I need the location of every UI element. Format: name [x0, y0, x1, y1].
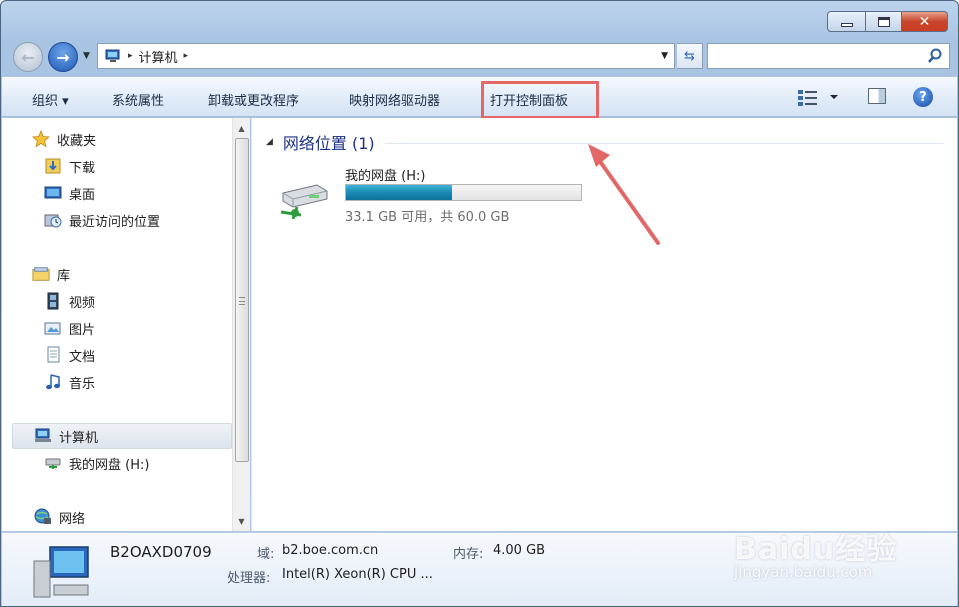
- nav-item-label: 图片: [69, 322, 96, 338]
- breadcrumb-separator[interactable]: ▸: [128, 51, 133, 61]
- nav-computer[interactable]: 计算机: [34, 426, 98, 446]
- nav-pane-scrollbar[interactable]: ▲ ▼: [232, 118, 250, 531]
- computer-icon: [34, 427, 52, 445]
- nav-item-label: 文档: [69, 349, 96, 365]
- refresh-icon: ⇆: [684, 48, 695, 64]
- forward-icon: →: [56, 47, 70, 67]
- nav-computer-label: 计算机: [59, 430, 99, 446]
- computer-icon: [105, 49, 120, 62]
- change-view-button[interactable]: [798, 88, 842, 110]
- nav-item-videos[interactable]: 视频: [44, 291, 95, 311]
- breadcrumb-computer[interactable]: 计算机: [139, 47, 178, 66]
- nav-item-downloads[interactable]: 下载: [44, 156, 95, 176]
- recent-pages-dropdown[interactable]: ▼: [83, 51, 90, 61]
- cpu-value: Intel(R) Xeon(R) CPU ...: [282, 567, 433, 582]
- scroll-up-icon[interactable]: ▲: [233, 120, 250, 136]
- document-icon: [44, 346, 62, 364]
- network-drive-icon: [280, 184, 328, 219]
- nav-item-label: 我的网盘 (H:): [69, 457, 150, 473]
- navigation-bar: ← → ▼ ▸ 计算机 ▸ ▼ ⇆: [11, 41, 951, 72]
- nav-item-documents[interactable]: 文档: [44, 345, 95, 365]
- system-properties-button[interactable]: 系统属性: [112, 90, 164, 109]
- drive-name: 我的网盘 (H:): [345, 169, 426, 184]
- nav-item-label: 下载: [69, 160, 96, 176]
- nav-item-label: 视频: [69, 295, 96, 311]
- address-history-dropdown[interactable]: ▼: [661, 51, 668, 61]
- uninstall-program-button[interactable]: 卸载或更改程序: [208, 90, 299, 109]
- drive-usage-bar: [345, 184, 582, 201]
- search-input[interactable]: [712, 45, 917, 67]
- network-icon: [34, 508, 52, 526]
- memory-value: 4.00 GB: [493, 543, 546, 558]
- nav-item-network-drive[interactable]: 我的网盘 (H:): [44, 453, 149, 473]
- minimize-icon: [840, 22, 853, 27]
- explorer-window: ✕ ← → ▼ ▸ 计算机 ▸ ▼ ⇆ 组织 ▾ 系统属性 卸载或更改程序 映射…: [0, 0, 959, 607]
- computer-name: B2OAXD0709: [110, 543, 212, 561]
- network-drive-icon: [44, 454, 62, 472]
- control-panel-highlight-box: [481, 81, 599, 119]
- library-icon: [32, 265, 50, 283]
- nav-item-label: 最近访问的位置: [69, 214, 161, 230]
- breadcrumb-separator[interactable]: ▸: [184, 51, 189, 61]
- group-title: 网络位置 (1): [282, 134, 375, 153]
- back-button[interactable]: ←: [13, 42, 43, 72]
- nav-item-label: 音乐: [69, 376, 96, 392]
- annotation-arrow-icon: [588, 144, 660, 245]
- nav-libraries-label: 库: [57, 268, 71, 284]
- search-icon[interactable]: [927, 48, 943, 64]
- help-icon: ?: [919, 89, 927, 105]
- scroll-thumb[interactable]: [235, 138, 249, 462]
- help-button[interactable]: ?: [913, 87, 933, 107]
- music-icon: [44, 373, 62, 391]
- view-options-icon: [798, 90, 838, 106]
- picture-icon: [44, 319, 62, 337]
- nav-item-desktop[interactable]: 桌面: [44, 183, 95, 203]
- command-bar: 组织 ▾ 系统属性 卸载或更改程序 映射网络驱动器 打开控制面板 ?: [2, 77, 957, 119]
- collapse-triangle-icon[interactable]: ◢: [266, 137, 273, 147]
- caption-buttons: ✕: [827, 11, 948, 32]
- search-box[interactable]: [707, 43, 950, 69]
- nav-favorites[interactable]: 收藏夹: [32, 129, 96, 149]
- maximize-button[interactable]: [866, 11, 902, 32]
- forward-button[interactable]: →: [48, 42, 78, 72]
- organize-menu[interactable]: 组织 ▾: [32, 90, 69, 109]
- navigation-pane: 收藏夹 下载 桌面 最近访问的位置 库 视频 图片 文档 音乐 计算机 我的网盘…: [2, 118, 234, 531]
- computer-icon: [33, 546, 89, 598]
- map-network-drive-button[interactable]: 映射网络驱动器: [349, 90, 440, 109]
- memory-label: 内存:: [453, 547, 484, 562]
- drive-free-space: 33.1 GB 可用，共 60.0 GB: [345, 210, 510, 225]
- nav-item-music[interactable]: 音乐: [44, 372, 95, 392]
- star-icon: [32, 130, 50, 148]
- back-icon: ←: [21, 47, 35, 67]
- preview-pane-button[interactable]: [868, 88, 886, 104]
- nav-libraries[interactable]: 库: [32, 264, 70, 284]
- minimize-button[interactable]: [827, 11, 866, 32]
- scroll-down-icon[interactable]: ▼: [233, 513, 250, 529]
- drive-usage-fill: [346, 185, 452, 200]
- maximize-icon: [877, 16, 890, 27]
- nav-network-label: 网络: [59, 511, 86, 527]
- video-icon: [44, 292, 62, 310]
- details-pane: B2OAXD0709 域: b2.boe.com.cn 内存: 4.00 GB …: [2, 532, 957, 606]
- domain-value: b2.boe.com.cn: [282, 543, 379, 558]
- nav-item-pictures[interactable]: 图片: [44, 318, 95, 338]
- nav-item-recent-places[interactable]: 最近访问的位置: [44, 210, 160, 230]
- domain-label: 域:: [257, 547, 275, 562]
- nav-favorites-label: 收藏夹: [57, 133, 97, 149]
- cpu-label: 处理器:: [227, 571, 271, 586]
- grip-icon: [239, 297, 245, 305]
- nav-item-label: 桌面: [69, 187, 96, 203]
- desktop-icon: [44, 184, 62, 202]
- close-button[interactable]: ✕: [902, 11, 948, 32]
- downloads-folder-icon: [44, 157, 62, 175]
- refresh-button[interactable]: ⇆: [677, 43, 703, 69]
- address-bar[interactable]: ▸ 计算机 ▸ ▼: [97, 43, 675, 69]
- recent-places-icon: [44, 211, 62, 229]
- nav-network[interactable]: 网络: [34, 507, 85, 527]
